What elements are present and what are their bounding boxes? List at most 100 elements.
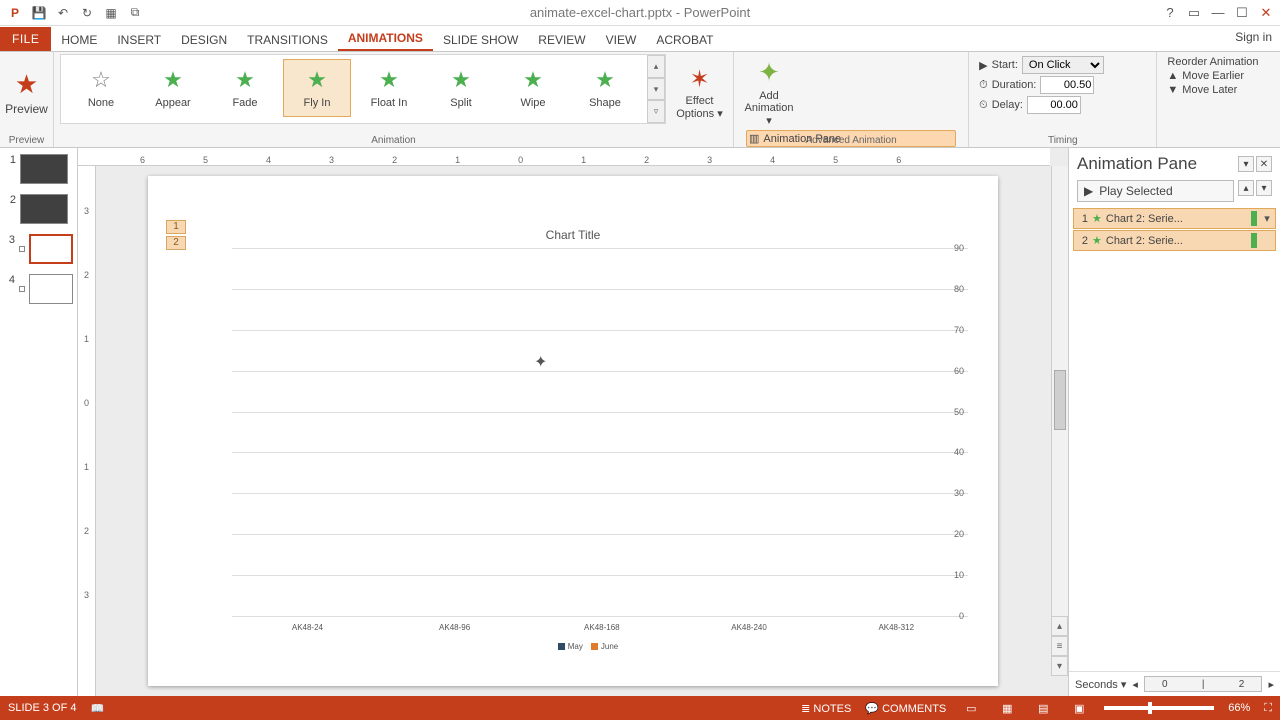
slide-thumb-1[interactable]: 1 <box>4 154 73 184</box>
slideshow-view-icon[interactable]: ▣ <box>1068 700 1090 716</box>
seconds-label[interactable]: Seconds ▾ <box>1075 678 1126 691</box>
chart-plot-area[interactable]: 0102030405060708090AK48-24AK48-96AK48-16… <box>208 248 968 616</box>
item-dropdown-icon[interactable]: ▾ <box>1261 212 1273 225</box>
play-selected-label: Play Selected <box>1099 184 1172 198</box>
tab-view[interactable]: VIEW <box>596 28 647 51</box>
tab-home[interactable]: HOME <box>51 28 107 51</box>
tab-animations[interactable]: ANIMATIONS <box>338 26 433 51</box>
minimize-icon[interactable]: — <box>1208 3 1228 23</box>
tab-insert[interactable]: INSERT <box>107 28 171 51</box>
notes-button[interactable]: ≣ NOTES <box>801 702 851 715</box>
add-animation-label: Add Animation ▾ <box>745 90 794 127</box>
star-icon: ★ <box>235 67 255 93</box>
gallery-more-icon[interactable]: ▿ <box>647 100 665 123</box>
seconds-scale: 0|2 <box>1144 676 1263 692</box>
gallery-down-icon[interactable]: ▾ <box>647 78 665 101</box>
prev-slide-button[interactable]: ▴ <box>1051 616 1068 636</box>
x-category: AK48-96 <box>395 623 515 632</box>
delay-icon: ⏲ <box>979 99 988 112</box>
vertical-scrollbar[interactable] <box>1051 166 1068 676</box>
move-down-button[interactable]: ▾ <box>1256 180 1272 196</box>
slide-thumb-3[interactable]: 3 <box>4 234 73 264</box>
star-icon: ★ <box>379 67 399 93</box>
spell-icon[interactable]: 📖 <box>90 702 104 715</box>
fit-to-window-icon[interactable]: ⛶ <box>1264 702 1272 715</box>
x-category: AK48-24 <box>247 623 367 632</box>
slide-nav-buttons: ▴ ≡ ▾ <box>1051 616 1068 676</box>
anim-pane-item-1[interactable]: 1★Chart 2: Serie...▾ <box>1073 208 1276 229</box>
qat-more-icon[interactable]: ⧉ <box>126 4 144 22</box>
normal-view-icon[interactable]: ▭ <box>960 700 982 716</box>
tab-design[interactable]: DESIGN <box>171 28 237 51</box>
move-earlier-button[interactable]: ▲Move Earlier <box>1163 70 1274 82</box>
tab-review[interactable]: REVIEW <box>528 28 595 51</box>
timeline-seconds-row: Seconds ▾ ◂ 0|2 ▸ <box>1069 671 1280 696</box>
star-icon: ☆ <box>91 67 111 93</box>
ribbon-display-icon[interactable]: ▭ <box>1184 3 1204 23</box>
anim-gallery-float-in[interactable]: ★Float In <box>355 59 423 117</box>
comments-button[interactable]: 💬 COMMENTS <box>865 702 946 715</box>
slide-thumb-2[interactable]: 2 <box>4 194 73 224</box>
redo-icon[interactable]: ↻ <box>78 4 96 22</box>
timeline-next-button[interactable]: ▸ <box>1268 678 1274 691</box>
anim-gallery-fly-in[interactable]: ★Fly In <box>283 59 351 117</box>
scrollbar-thumb[interactable] <box>1054 370 1066 430</box>
zoom-slider[interactable] <box>1104 706 1214 710</box>
help-icon[interactable]: ? <box>1160 3 1180 23</box>
up-icon: ▲ <box>1167 70 1178 82</box>
delay-input[interactable] <box>1027 96 1081 114</box>
effect-options-label: Effect Options ▾ <box>672 95 727 120</box>
vertical-ruler: 3210123 <box>78 166 96 696</box>
sorter-view-icon[interactable]: ▦ <box>996 700 1018 716</box>
gallery-up-icon[interactable]: ▴ <box>647 55 665 78</box>
anim-gallery-appear[interactable]: ★Appear <box>139 59 207 117</box>
tab-acrobat[interactable]: ACROBAT <box>646 28 723 51</box>
tab-slideshow[interactable]: SLIDE SHOW <box>433 28 528 51</box>
slide-thumb-4[interactable]: 4 <box>4 274 73 304</box>
animation-gallery[interactable]: ☆None★Appear★Fade★Fly In★Float In★Split★… <box>60 54 666 124</box>
close-icon[interactable]: ✕ <box>1256 3 1276 23</box>
tab-file[interactable]: FILE <box>0 27 51 51</box>
zoom-value: 66% <box>1228 702 1250 714</box>
add-animation-button[interactable]: ✦ Add Animation ▾ <box>745 56 793 128</box>
anim-gallery-wipe[interactable]: ★Wipe <box>499 59 567 117</box>
star-icon: ★ <box>595 67 615 93</box>
x-category: AK48-312 <box>836 623 956 632</box>
anim-gallery-none[interactable]: ☆None <box>67 59 135 117</box>
sign-in-link[interactable]: Sign in <box>1235 30 1272 44</box>
pane-options-icon[interactable]: ▾ <box>1238 156 1254 172</box>
reading-view-icon[interactable]: ▤ <box>1032 700 1054 716</box>
play-selected-button[interactable]: ▶ Play Selected <box>1077 180 1234 202</box>
effect-options-button[interactable]: ✶ Effect Options ▾ <box>672 54 727 130</box>
anim-gallery-split[interactable]: ★Split <box>427 59 495 117</box>
move-later-button[interactable]: ▼Move Later <box>1163 84 1274 96</box>
star-icon: ★ <box>163 67 183 93</box>
timeline-prev-button[interactable]: ◂ <box>1132 678 1138 691</box>
title-bar: P 💾 ↶ ↻ ▦ ⧉ animate-excel-chart.pptx - P… <box>0 0 1280 26</box>
animation-pane: Animation Pane ▾ ✕ ▶ Play Selected ▴ ▾ 1… <box>1068 148 1280 696</box>
pane-close-icon[interactable]: ✕ <box>1256 156 1272 172</box>
window-title: animate-excel-chart.pptx - PowerPoint <box>530 5 750 20</box>
animation-indicator-icon <box>19 286 25 292</box>
maximize-icon[interactable]: ☐ <box>1232 3 1252 23</box>
next-slide-button[interactable]: ▾ <box>1051 656 1068 676</box>
save-icon[interactable]: 💾 <box>30 4 48 22</box>
move-up-button[interactable]: ▴ <box>1238 180 1254 196</box>
undo-icon[interactable]: ↶ <box>54 4 72 22</box>
slide-counter: SLIDE 3 OF 4 <box>8 702 76 714</box>
nav-menu-button[interactable]: ≡ <box>1051 636 1068 656</box>
star-icon: ★ <box>451 67 471 93</box>
start-from-beginning-icon[interactable]: ▦ <box>102 4 120 22</box>
anim-gallery-fade[interactable]: ★Fade <box>211 59 279 117</box>
reorder-heading: Reorder Animation <box>1163 56 1274 68</box>
start-select[interactable]: On Click <box>1022 56 1104 74</box>
anim-pane-item-2[interactable]: 2★Chart 2: Serie... <box>1073 230 1276 251</box>
slide-canvas[interactable]: 1 2 Chart Title 0102030405060708090AK48-… <box>148 176 998 686</box>
ribbon: ★ Preview Preview ☆None★Appear★Fade★Fly … <box>0 52 1280 148</box>
preview-button[interactable]: ★ Preview <box>3 54 51 130</box>
anim-gallery-shape[interactable]: ★Shape <box>571 59 639 117</box>
chart-legend: MayJune <box>208 642 968 652</box>
duration-input[interactable] <box>1040 76 1094 94</box>
tab-transitions[interactable]: TRANSITIONS <box>237 28 338 51</box>
effect-star-icon: ★ <box>1092 212 1102 225</box>
